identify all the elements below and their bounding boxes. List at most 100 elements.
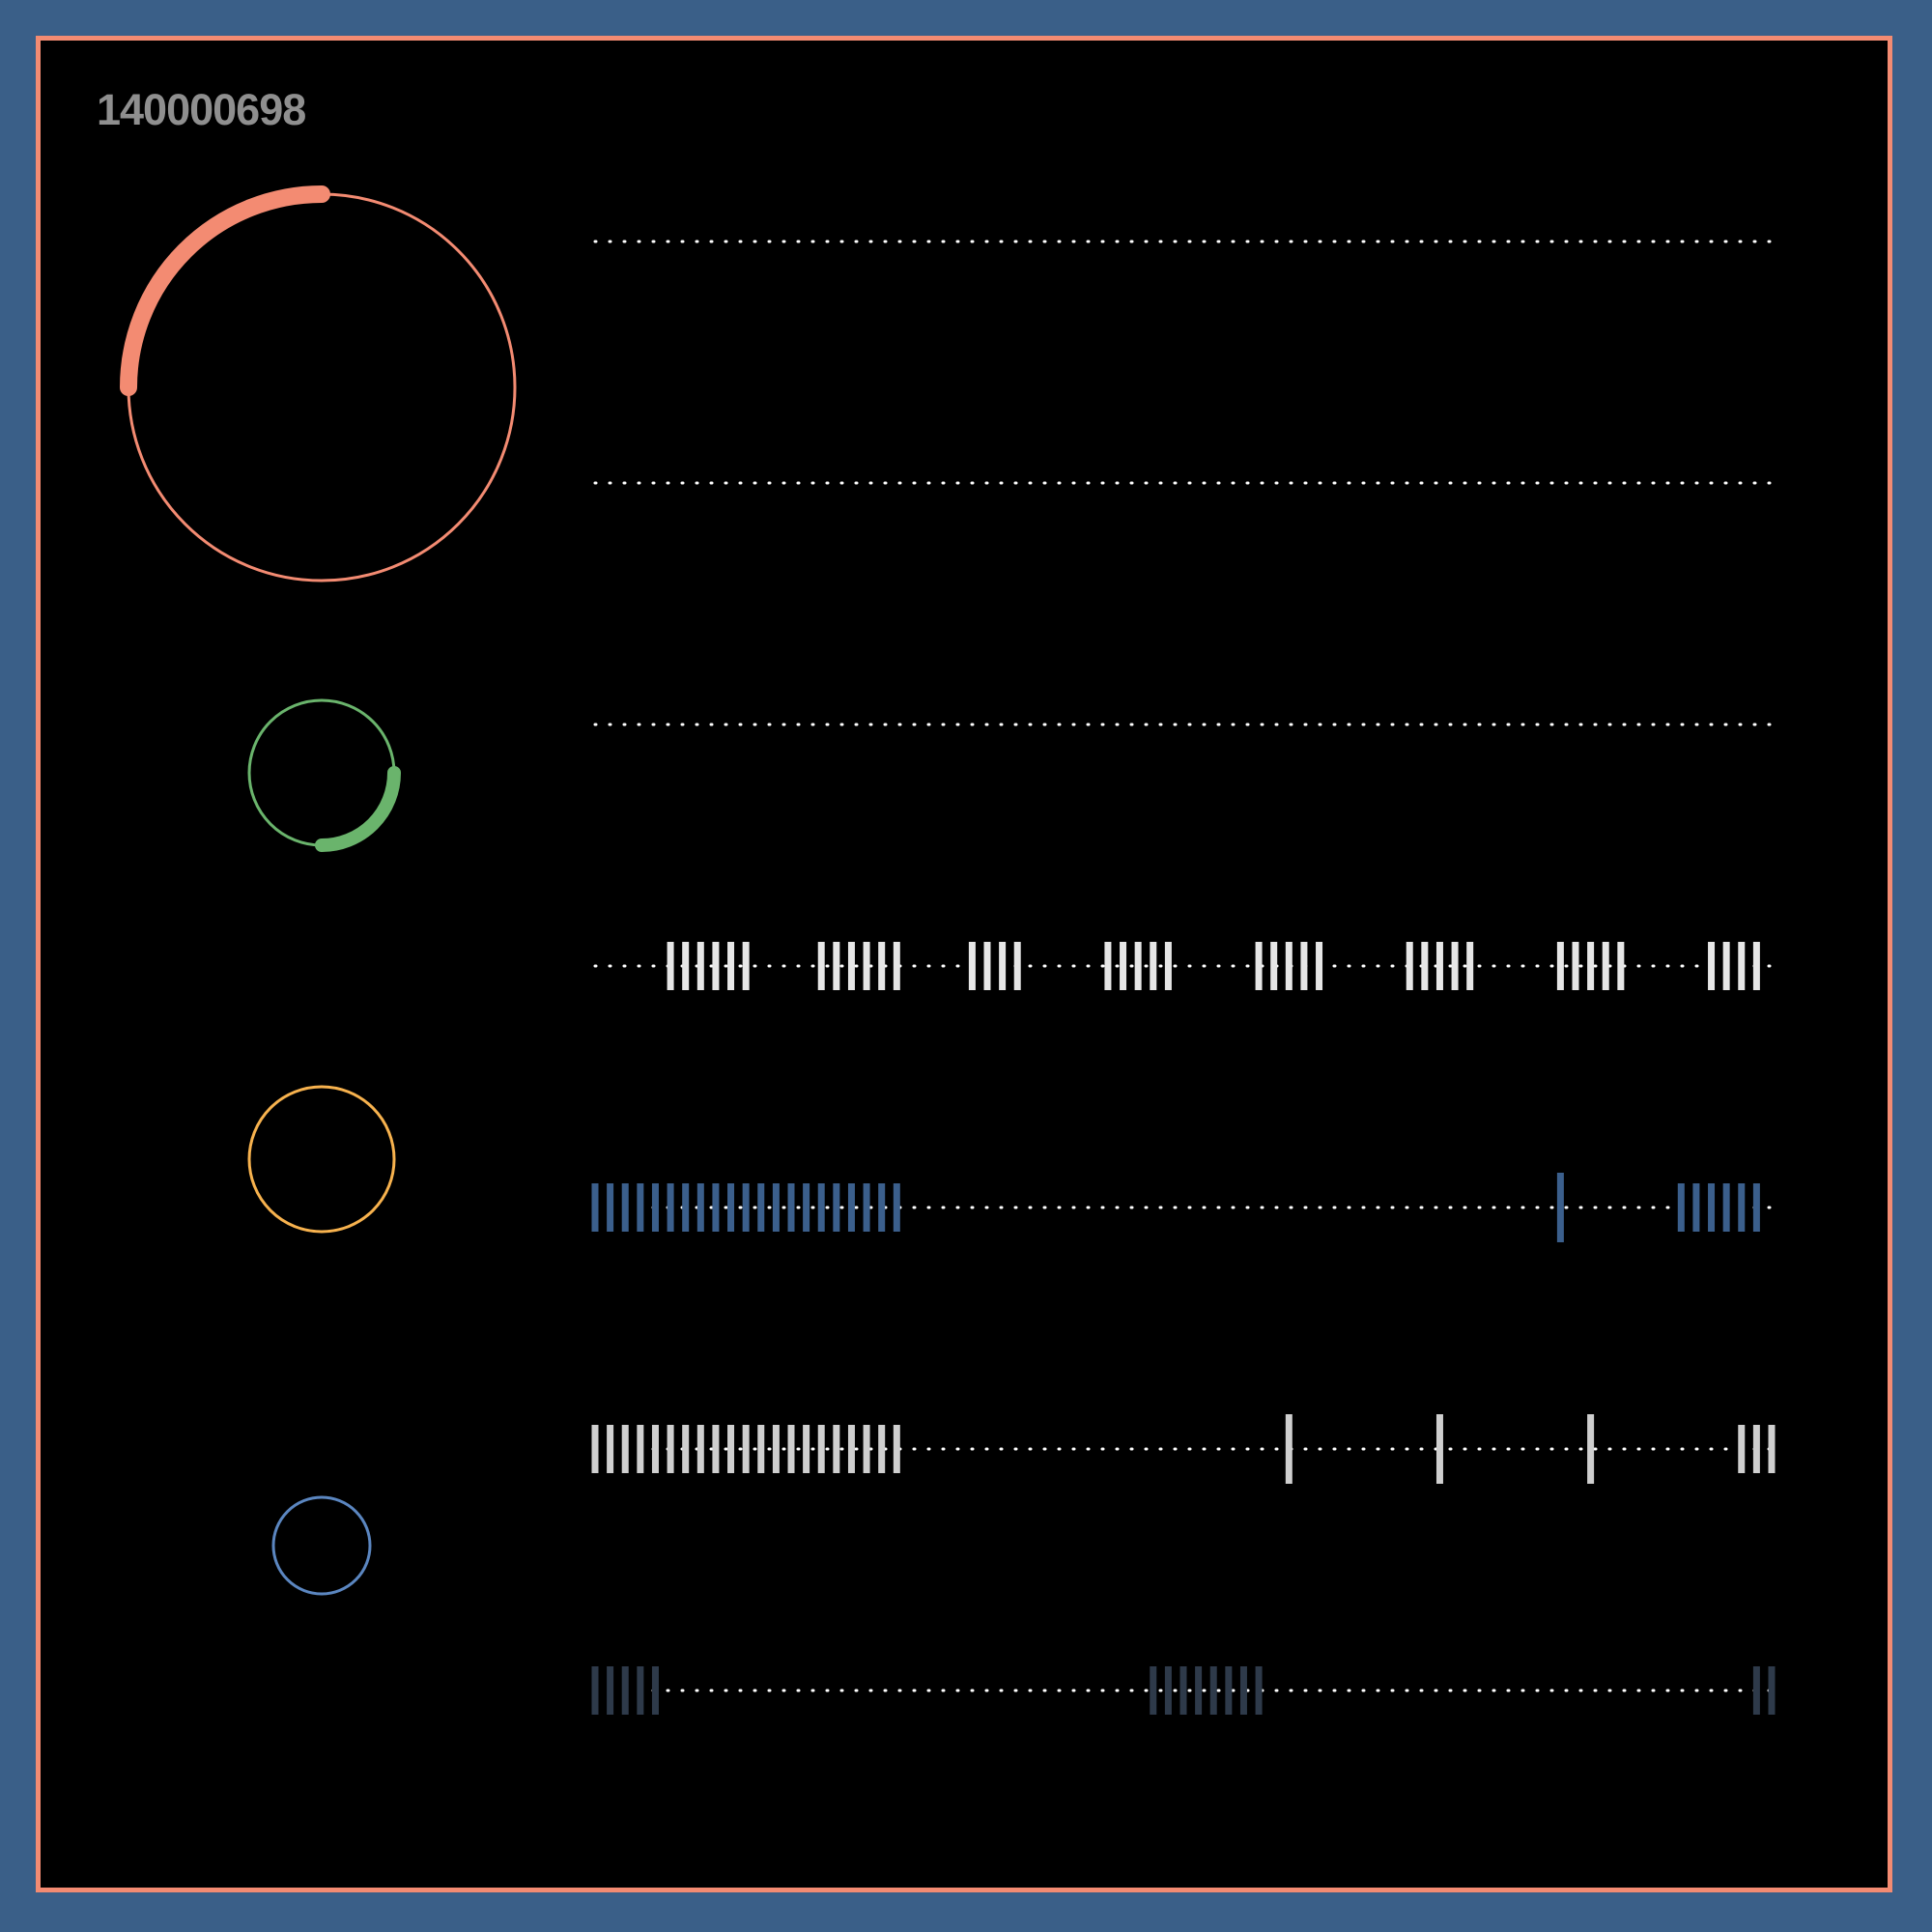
track-7-tick (1209, 1666, 1217, 1715)
track-4-tick (1255, 942, 1263, 990)
track-7-tick (1150, 1666, 1157, 1715)
track-5-tick (817, 1183, 825, 1232)
track-7-tick (1179, 1666, 1187, 1715)
track-4-tick (1285, 942, 1293, 990)
track-5-tick (1556, 1173, 1564, 1242)
track-5-tick (621, 1183, 629, 1232)
track-4-tick (1617, 942, 1625, 990)
track-4-tick (1013, 942, 1021, 990)
track-6-tick (607, 1425, 614, 1473)
track-7-tick (651, 1666, 659, 1715)
track-4-tick (667, 942, 674, 990)
gauge-green-progress-arc (315, 766, 401, 852)
track-4-tick (1120, 942, 1127, 990)
track-5-tick (757, 1183, 765, 1232)
track-6-tick (742, 1425, 750, 1473)
track-4-tick (1602, 942, 1609, 990)
track-4-tick (1466, 942, 1474, 990)
track-6-tick (682, 1425, 690, 1473)
track-7-tick (1255, 1666, 1263, 1715)
track-5-tick (591, 1183, 599, 1232)
track-5-tick (803, 1183, 810, 1232)
track-4-tick (968, 942, 976, 990)
track-4-tick (833, 942, 840, 990)
track-7-tick (621, 1666, 629, 1715)
track-5-tick (696, 1183, 704, 1232)
track-4-tick (1708, 942, 1716, 990)
gauge-salmon-progress-arc (120, 185, 330, 396)
track-4-tick (1421, 942, 1429, 990)
track-6-tick (893, 1425, 900, 1473)
track-7-tick (591, 1666, 599, 1715)
track-7-tick (1225, 1666, 1233, 1715)
track-5-tick (772, 1183, 780, 1232)
track-5-tick (787, 1183, 795, 1232)
track-6-tick (667, 1425, 674, 1473)
track-4-tick (999, 942, 1007, 990)
track-5-tick (667, 1183, 674, 1232)
track-4-tick (1164, 942, 1172, 990)
track-6-tick (1752, 1425, 1760, 1473)
track-5-tick (712, 1183, 720, 1232)
track-6-tick (787, 1425, 795, 1473)
track-6-tick (833, 1425, 840, 1473)
track-5-tick (1738, 1183, 1746, 1232)
track-6-tick (863, 1425, 870, 1473)
track-4-tick (1587, 942, 1595, 990)
track-4-tick (878, 942, 886, 990)
track-7-tick (1239, 1666, 1247, 1715)
track-4-tick (1406, 942, 1413, 990)
track-6-tick (817, 1425, 825, 1473)
track-6-tick (621, 1425, 629, 1473)
track-5-tick (637, 1183, 644, 1232)
visualization-canvas (120, 185, 1776, 1715)
track-4-tick (1451, 942, 1459, 990)
track-7-tick (1195, 1666, 1203, 1715)
track-7-tick (637, 1666, 644, 1715)
track-4-tick (1150, 942, 1157, 990)
track-6-tick (878, 1425, 886, 1473)
track-4-tick (893, 942, 900, 990)
track-6-tick (847, 1425, 855, 1473)
track-6-tick (1587, 1414, 1595, 1484)
track-5-tick (878, 1183, 886, 1232)
track-6-tick (712, 1425, 720, 1473)
track-5-tick (847, 1183, 855, 1232)
track-4-tick (712, 942, 720, 990)
track-4-tick (1435, 942, 1443, 990)
track-6-tick (696, 1425, 704, 1473)
track-5-tick (1677, 1183, 1685, 1232)
gauge-blue-ring (271, 1495, 372, 1596)
track-6-tick (757, 1425, 765, 1473)
track-6-tick (651, 1425, 659, 1473)
track-4-tick (682, 942, 690, 990)
track-4-tick (696, 942, 704, 990)
track-6-tick (637, 1425, 644, 1473)
track-4-tick (1134, 942, 1142, 990)
track-5-tick (1722, 1183, 1730, 1232)
track-4-tick (983, 942, 991, 990)
track-4-tick (1572, 942, 1579, 990)
track-4-tick (817, 942, 825, 990)
track-5-tick (727, 1183, 735, 1232)
track-5-tick (893, 1183, 900, 1232)
track-5-tick (1752, 1183, 1760, 1232)
track-6-tick (772, 1425, 780, 1473)
track-6-tick (1768, 1425, 1776, 1473)
track-4-tick (1556, 942, 1564, 990)
track-4-tick (1104, 942, 1112, 990)
track-5-tick (863, 1183, 870, 1232)
track-6-tick (1738, 1425, 1746, 1473)
track-4-tick (1738, 942, 1746, 990)
track-7-tick (1768, 1666, 1776, 1715)
track-4-tick (1722, 942, 1730, 990)
track-6-tick (591, 1425, 599, 1473)
track-5-tick (682, 1183, 690, 1232)
track-6-tick (1435, 1414, 1443, 1484)
track-6-tick (1285, 1414, 1293, 1484)
track-4-tick (1316, 942, 1323, 990)
track-5-tick (1692, 1183, 1700, 1232)
track-6-tick (727, 1425, 735, 1473)
track-7-tick (607, 1666, 614, 1715)
track-4-tick (863, 942, 870, 990)
